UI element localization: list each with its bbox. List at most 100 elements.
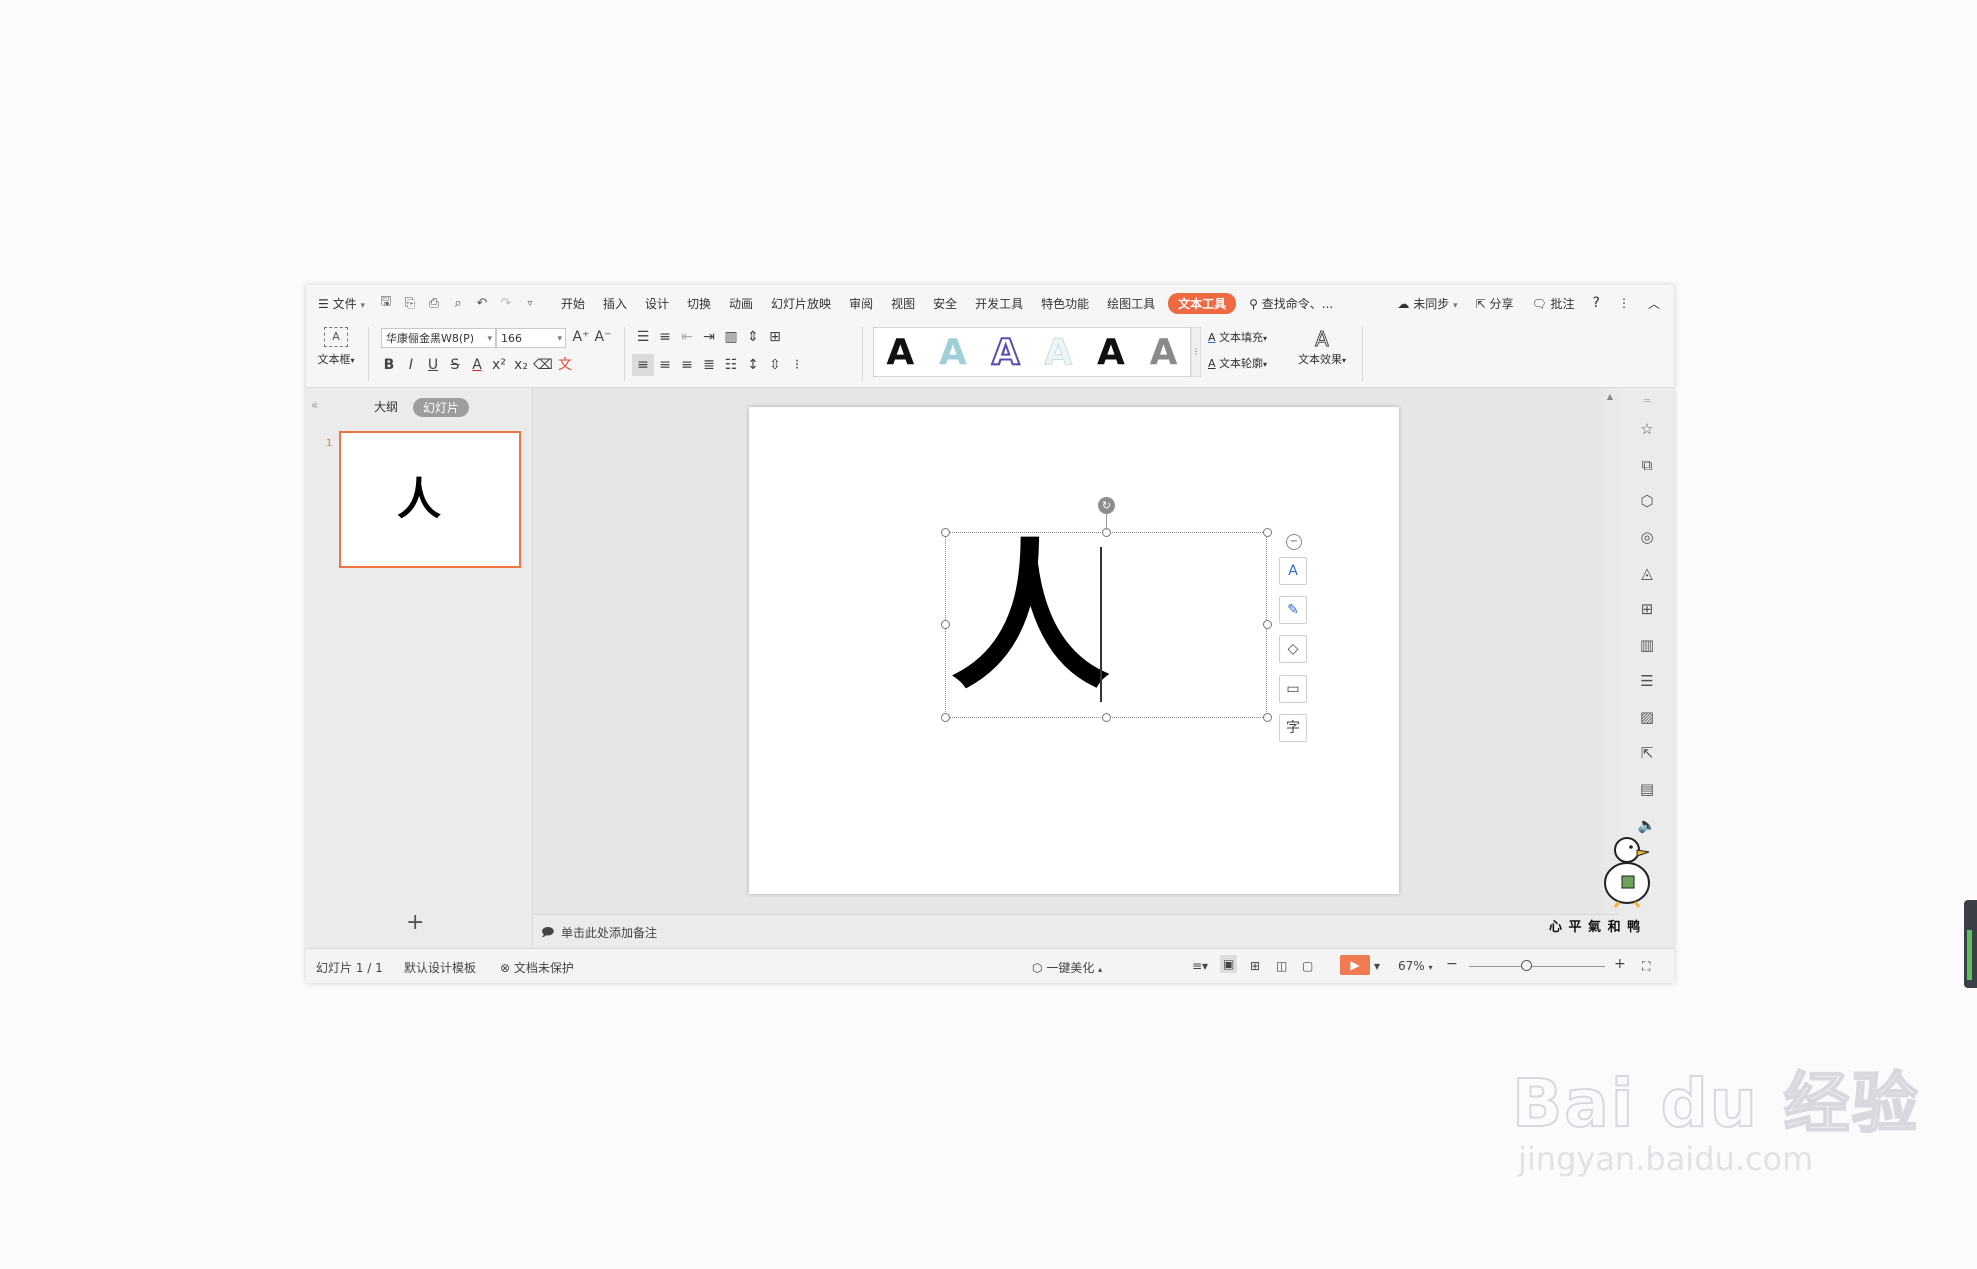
font-name-select[interactable]: 华康俪金黑W8(P) ▾ <box>381 328 496 348</box>
text-style-light-blue[interactable]: A <box>939 332 967 373</box>
resize-handle-tr[interactable] <box>1263 528 1272 537</box>
align-text-icon[interactable]: ⊞ <box>764 326 786 348</box>
archive-icon[interactable]: ▤ <box>1637 780 1657 800</box>
layers-icon[interactable]: ⧉ <box>1637 456 1657 476</box>
superscript-icon[interactable]: x² <box>488 354 510 376</box>
tab-review[interactable]: 审阅 <box>840 295 882 312</box>
align-center-icon[interactable]: ≡ <box>654 354 676 376</box>
bullet-list-icon[interactable]: ☰ <box>632 326 654 348</box>
shape-fill-float-icon[interactable]: ◇ <box>1279 635 1307 663</box>
text-style-pale[interactable]: A <box>1044 331 1073 373</box>
phonetic-icon[interactable]: 文 <box>554 354 576 376</box>
subscript-icon[interactable]: x₂ <box>510 354 532 376</box>
customize-quick-access-icon[interactable]: ▿ <box>518 298 542 309</box>
resize-handle-r[interactable] <box>1263 620 1272 629</box>
bold-icon[interactable]: B <box>378 354 400 376</box>
zoom-out-icon[interactable]: − <box>1446 956 1458 972</box>
text-style-gray[interactable]: A <box>1150 332 1178 373</box>
tab-security[interactable]: 安全 <box>924 295 966 312</box>
settings-sliders-icon[interactable]: ☰ <box>1637 672 1657 692</box>
pin-icon[interactable]: ☆ <box>1637 420 1657 440</box>
play-button[interactable]: ▶ <box>1340 955 1370 975</box>
save-icon[interactable]: 🖫 <box>374 292 398 314</box>
collapse-ribbon-icon[interactable]: ︿ <box>1639 295 1674 312</box>
notes-toggle-icon[interactable]: ≡▾ <box>1192 959 1208 973</box>
fill-icon[interactable]: ◬ <box>1637 564 1657 584</box>
resize-handle-tl[interactable] <box>941 528 950 537</box>
share-button[interactable]: ⇱ 分享 <box>1467 295 1523 312</box>
format-painter-icon[interactable]: ⎘ <box>398 296 422 311</box>
text-style-purple-outline[interactable]: A <box>991 331 1021 374</box>
slide-sorter-icon[interactable]: ⊞ <box>1250 959 1260 973</box>
text-direction-icon[interactable]: ⇕ <box>742 326 764 348</box>
redo-icon[interactable]: ↷ <box>494 296 518 311</box>
rotate-handle-icon[interactable]: ↻ <box>1098 497 1115 514</box>
zoom-select[interactable]: 67% ▾ <box>1398 959 1433 973</box>
paragraph-spacing-icon[interactable]: ⇳ <box>764 354 786 376</box>
italic-icon[interactable]: I <box>400 354 422 376</box>
tab-design[interactable]: 设计 <box>636 295 678 312</box>
clear-format-icon[interactable]: ⌫ <box>532 354 554 376</box>
zoom-slider[interactable] <box>1469 960 1605 971</box>
undo-icon[interactable]: ↶ <box>470 296 494 311</box>
tab-view[interactable]: 视图 <box>882 295 924 312</box>
line-spacing-icon[interactable]: ↕ <box>742 354 764 376</box>
chevron-down-icon[interactable]: ▾ <box>1374 959 1380 973</box>
comment-button[interactable]: 🗨 批注 <box>1522 295 1583 312</box>
strikethrough-icon[interactable]: S <box>444 354 466 376</box>
location-icon[interactable]: ◎ <box>1637 528 1657 548</box>
underline-icon[interactable]: U <box>422 354 444 376</box>
help-button[interactable]: ? <box>1584 295 1609 311</box>
text-box[interactable]: 人 <box>945 524 1267 718</box>
edge-widget[interactable] <box>1964 900 1977 988</box>
tab-developer[interactable]: 开发工具 <box>966 295 1032 312</box>
align-left-icon[interactable]: ≡ <box>632 354 654 376</box>
shape-outline-float-icon[interactable]: ▭ <box>1279 675 1307 703</box>
scroll-up-icon[interactable]: ▲ <box>1602 392 1618 401</box>
slide-text[interactable]: 人 <box>950 523 1110 713</box>
collapse-tools-icon[interactable]: − <box>1286 534 1302 550</box>
decrease-indent-icon[interactable]: ⇤ <box>676 326 698 348</box>
beautify-button[interactable]: ⬡ 一键美化 ▴ <box>1032 959 1102 976</box>
increase-indent-icon[interactable]: ⇥ <box>698 326 720 348</box>
slide-thumbnail[interactable]: 人 <box>339 431 521 568</box>
tab-insert[interactable]: 插入 <box>594 295 636 312</box>
textbox-button[interactable]: A 文本框▾ <box>316 327 356 367</box>
paragraph-settings-icon[interactable]: ⁝ <box>786 354 808 376</box>
document-protect[interactable]: ⊗ 文档未保护 <box>500 959 574 976</box>
tab-transition[interactable]: 切换 <box>678 295 720 312</box>
normal-view-icon[interactable]: ▣ <box>1220 955 1238 973</box>
tab-slides[interactable]: 幻灯片 <box>413 398 470 417</box>
print-preview-icon[interactable]: ⌕ <box>446 296 470 311</box>
zoom-in-icon[interactable]: + <box>1614 956 1626 972</box>
text-outline-button[interactable]: A 文本轮廓▾ <box>1208 355 1267 371</box>
text-effect-float-icon[interactable]: 字 <box>1279 714 1307 742</box>
notes-bar[interactable]: 🗩 单击此处添加备注 <box>533 914 1619 949</box>
add-slide-button[interactable]: + <box>406 910 424 935</box>
grid-icon[interactable]: ⊞ <box>1637 600 1657 620</box>
tab-home[interactable]: 开始 <box>552 295 594 312</box>
decrease-font-icon[interactable]: A⁻ <box>592 326 614 348</box>
chart-icon[interactable]: ▥ <box>1637 636 1657 656</box>
more-icon[interactable]: ⋮ <box>1609 296 1639 310</box>
resize-handle-br[interactable] <box>1263 713 1272 722</box>
align-right-icon[interactable]: ≡ <box>676 354 698 376</box>
increase-font-icon[interactable]: A⁺ <box>570 326 592 348</box>
resize-handle-b[interactable] <box>1102 713 1111 722</box>
file-menu[interactable]: ☰ 文件 ▾ <box>306 295 374 312</box>
gallery-scroll[interactable]: ⋮ <box>1191 327 1201 377</box>
tab-features[interactable]: 特色功能 <box>1032 295 1098 312</box>
image-icon[interactable]: ▨ <box>1637 708 1657 728</box>
command-search[interactable]: ⚲ 查找命令、... <box>1240 295 1342 312</box>
numbered-list-icon[interactable]: ≡ <box>654 326 676 348</box>
tab-text-tools[interactable]: 文本工具 <box>1168 292 1237 314</box>
print-icon[interactable]: ⎙ <box>422 296 446 311</box>
font-color-icon[interactable]: A <box>466 354 488 376</box>
collapse-panel-icon[interactable]: « <box>311 398 318 412</box>
text-style-black[interactable]: A <box>886 332 914 373</box>
tab-animation[interactable]: 动画 <box>720 295 762 312</box>
justify-icon[interactable]: ≣ <box>698 354 720 376</box>
pen-float-icon[interactable]: ✎ <box>1279 596 1307 624</box>
fit-window-icon[interactable]: ⛶ <box>1642 959 1650 974</box>
tab-slideshow[interactable]: 幻灯片放映 <box>762 295 840 312</box>
